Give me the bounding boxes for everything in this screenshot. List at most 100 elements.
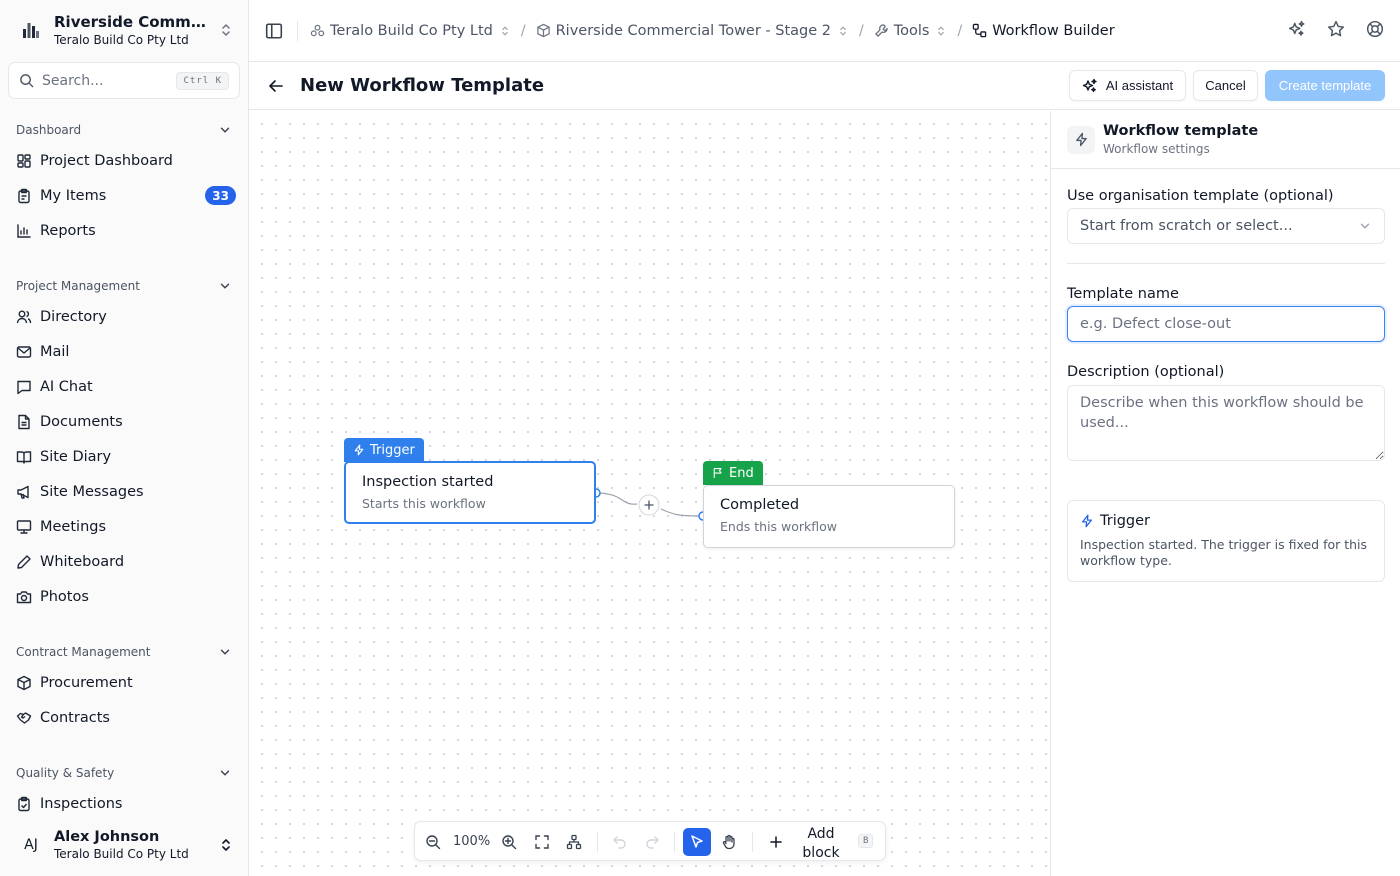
chevrons-up-down-icon xyxy=(938,25,945,36)
project-switcher[interactable]: Riverside Commer... Teralo Build Co Pty … xyxy=(8,6,240,54)
add-block-button[interactable]: Add block xyxy=(795,825,847,863)
section-label: Quality & Safety xyxy=(16,766,115,780)
node-title: Inspection started xyxy=(362,474,494,490)
chevrons-up-down-icon xyxy=(222,24,230,36)
template-name-input[interactable] xyxy=(1067,306,1385,342)
chevron-down-icon xyxy=(1360,223,1370,229)
trigger-node[interactable]: Inspection started Starts this workflow xyxy=(344,461,596,524)
end-node[interactable]: Completed Ends this workflow xyxy=(703,485,955,548)
chevron-down-icon xyxy=(220,283,230,289)
create-template-button[interactable]: Create template xyxy=(1265,70,1385,101)
section-dashboard[interactable]: Dashboard xyxy=(8,115,240,145)
trigger-card-text: Inspection started. The trigger is fixed… xyxy=(1080,537,1368,568)
sidebar-toggle-icon[interactable] xyxy=(265,22,283,40)
panel-title: Workflow template xyxy=(1103,123,1259,139)
zoom-in-button[interactable] xyxy=(495,828,523,856)
undo-button[interactable] xyxy=(606,828,634,856)
sidebar-item-documents[interactable]: Documents xyxy=(8,405,240,438)
sidebar-item-my-items[interactable]: My Items 33 xyxy=(8,179,240,212)
reports-icon xyxy=(17,223,31,238)
divider xyxy=(674,832,675,852)
sparkles-icon[interactable] xyxy=(1288,20,1306,38)
node-subtitle: Starts this workflow xyxy=(362,496,486,511)
select-tool-button[interactable] xyxy=(683,828,711,856)
sidebar-item-label: Project Dashboard xyxy=(40,152,173,169)
user-menu[interactable]: AJ Alex Johnson Teralo Build Co Pty Ltd xyxy=(8,820,240,870)
breadcrumb-separator: / xyxy=(957,22,963,39)
auto-layout-button[interactable] xyxy=(560,828,588,856)
template-name-label: Template name xyxy=(1067,286,1179,302)
button-label: AI assistant xyxy=(1105,78,1174,93)
sidebar-item-meetings[interactable]: Meetings xyxy=(8,510,240,543)
pan-tool-button[interactable] xyxy=(715,828,743,856)
sidebar-item-label: Procurement xyxy=(40,674,133,691)
ai-assistant-button[interactable]: AI assistant xyxy=(1069,70,1186,101)
help-lifebuoy-icon[interactable] xyxy=(1366,20,1384,38)
workflow-icon xyxy=(972,23,987,38)
hand-icon xyxy=(722,834,735,850)
star-icon[interactable] xyxy=(1327,20,1345,38)
sidebar-item-directory[interactable]: Directory xyxy=(8,300,240,333)
flag-icon xyxy=(713,467,722,478)
trigger-node-tag: Trigger xyxy=(344,438,424,462)
pointer-icon xyxy=(691,835,703,848)
select-value: Start from scratch or select... xyxy=(1080,218,1293,234)
document-icon xyxy=(18,414,30,429)
zoom-out-button[interactable] xyxy=(419,828,447,856)
sidebar-item-label: Meetings xyxy=(40,518,107,535)
search-input[interactable]: Search... Ctrl K xyxy=(8,62,240,99)
wrench-icon xyxy=(874,24,888,37)
org-icon xyxy=(310,24,325,37)
chevrons-up-down-icon xyxy=(840,25,846,36)
sidebar-item-label: AI Chat xyxy=(40,378,93,395)
sidebar-item-site-diary[interactable]: Site Diary xyxy=(8,440,240,473)
section-contract-management[interactable]: Contract Management xyxy=(8,637,240,667)
settings-panel: Workflow template Workflow settings Use … xyxy=(1050,111,1400,876)
sidebar-item-label: Documents xyxy=(40,413,123,430)
sidebar-item-procurement[interactable]: Procurement xyxy=(8,666,240,699)
handshake-icon xyxy=(16,711,32,724)
dashboard-icon xyxy=(17,153,31,168)
box-icon xyxy=(536,23,550,38)
top-bar: Teralo Build Co Pty Ltd / Riverside Comm… xyxy=(249,0,1400,62)
back-arrow-icon[interactable] xyxy=(268,78,284,94)
redo-icon xyxy=(646,836,659,849)
sidebar-item-label: Site Messages xyxy=(40,483,144,500)
description-label: Description (optional) xyxy=(1067,364,1225,380)
project-org: Teralo Build Co Pty Ltd xyxy=(54,33,189,47)
breadcrumb-tools[interactable]: Tools xyxy=(874,23,948,39)
sidebar-item-ai-chat[interactable]: AI Chat xyxy=(8,370,240,403)
breadcrumb-label: Teralo Build Co Pty Ltd xyxy=(330,22,493,39)
package-icon xyxy=(17,675,31,690)
org-template-select[interactable]: Start from scratch or select... xyxy=(1067,208,1385,244)
cancel-button[interactable]: Cancel xyxy=(1193,70,1258,101)
avatar: AJ xyxy=(24,837,38,853)
sidebar-item-photos[interactable]: Photos xyxy=(8,580,240,613)
lightning-icon xyxy=(354,444,364,456)
sidebar-item-mail[interactable]: Mail xyxy=(8,335,240,368)
project-logo-icon xyxy=(16,15,46,45)
section-quality-safety[interactable]: Quality & Safety xyxy=(8,758,240,788)
sidebar-item-reports[interactable]: Reports xyxy=(8,214,240,247)
description-textarea[interactable] xyxy=(1067,385,1385,461)
add-block-plus-icon[interactable] xyxy=(762,828,790,856)
sidebar-item-whiteboard[interactable]: Whiteboard xyxy=(8,545,240,578)
breadcrumb-project[interactable]: Riverside Commercial Tower - Stage 2 xyxy=(536,23,849,39)
sidebar-item-site-messages[interactable]: Site Messages xyxy=(8,475,240,508)
sidebar-item-label: My Items xyxy=(40,187,107,204)
sidebar-item-contracts[interactable]: Contracts xyxy=(8,701,240,734)
chevron-down-icon xyxy=(220,770,230,776)
zoom-level: 100% xyxy=(453,834,491,849)
node-subtitle: Ends this workflow xyxy=(720,519,838,534)
workflow-canvas[interactable]: Trigger Inspection started Starts this w… xyxy=(249,111,1050,876)
redo-button[interactable] xyxy=(638,828,666,856)
fit-view-button[interactable] xyxy=(528,828,556,856)
section-project-management[interactable]: Project Management xyxy=(8,271,240,301)
breadcrumb-org[interactable]: Teralo Build Co Pty Ltd xyxy=(310,23,511,39)
breadcrumb-workflow-builder: Workflow Builder xyxy=(972,23,1115,39)
sidebar-item-project-dashboard[interactable]: Project Dashboard xyxy=(8,144,240,177)
divider xyxy=(597,832,598,852)
divider xyxy=(297,20,298,41)
sidebar-item-inspections[interactable]: Inspections xyxy=(8,787,240,820)
section-label: Project Management xyxy=(16,279,140,293)
